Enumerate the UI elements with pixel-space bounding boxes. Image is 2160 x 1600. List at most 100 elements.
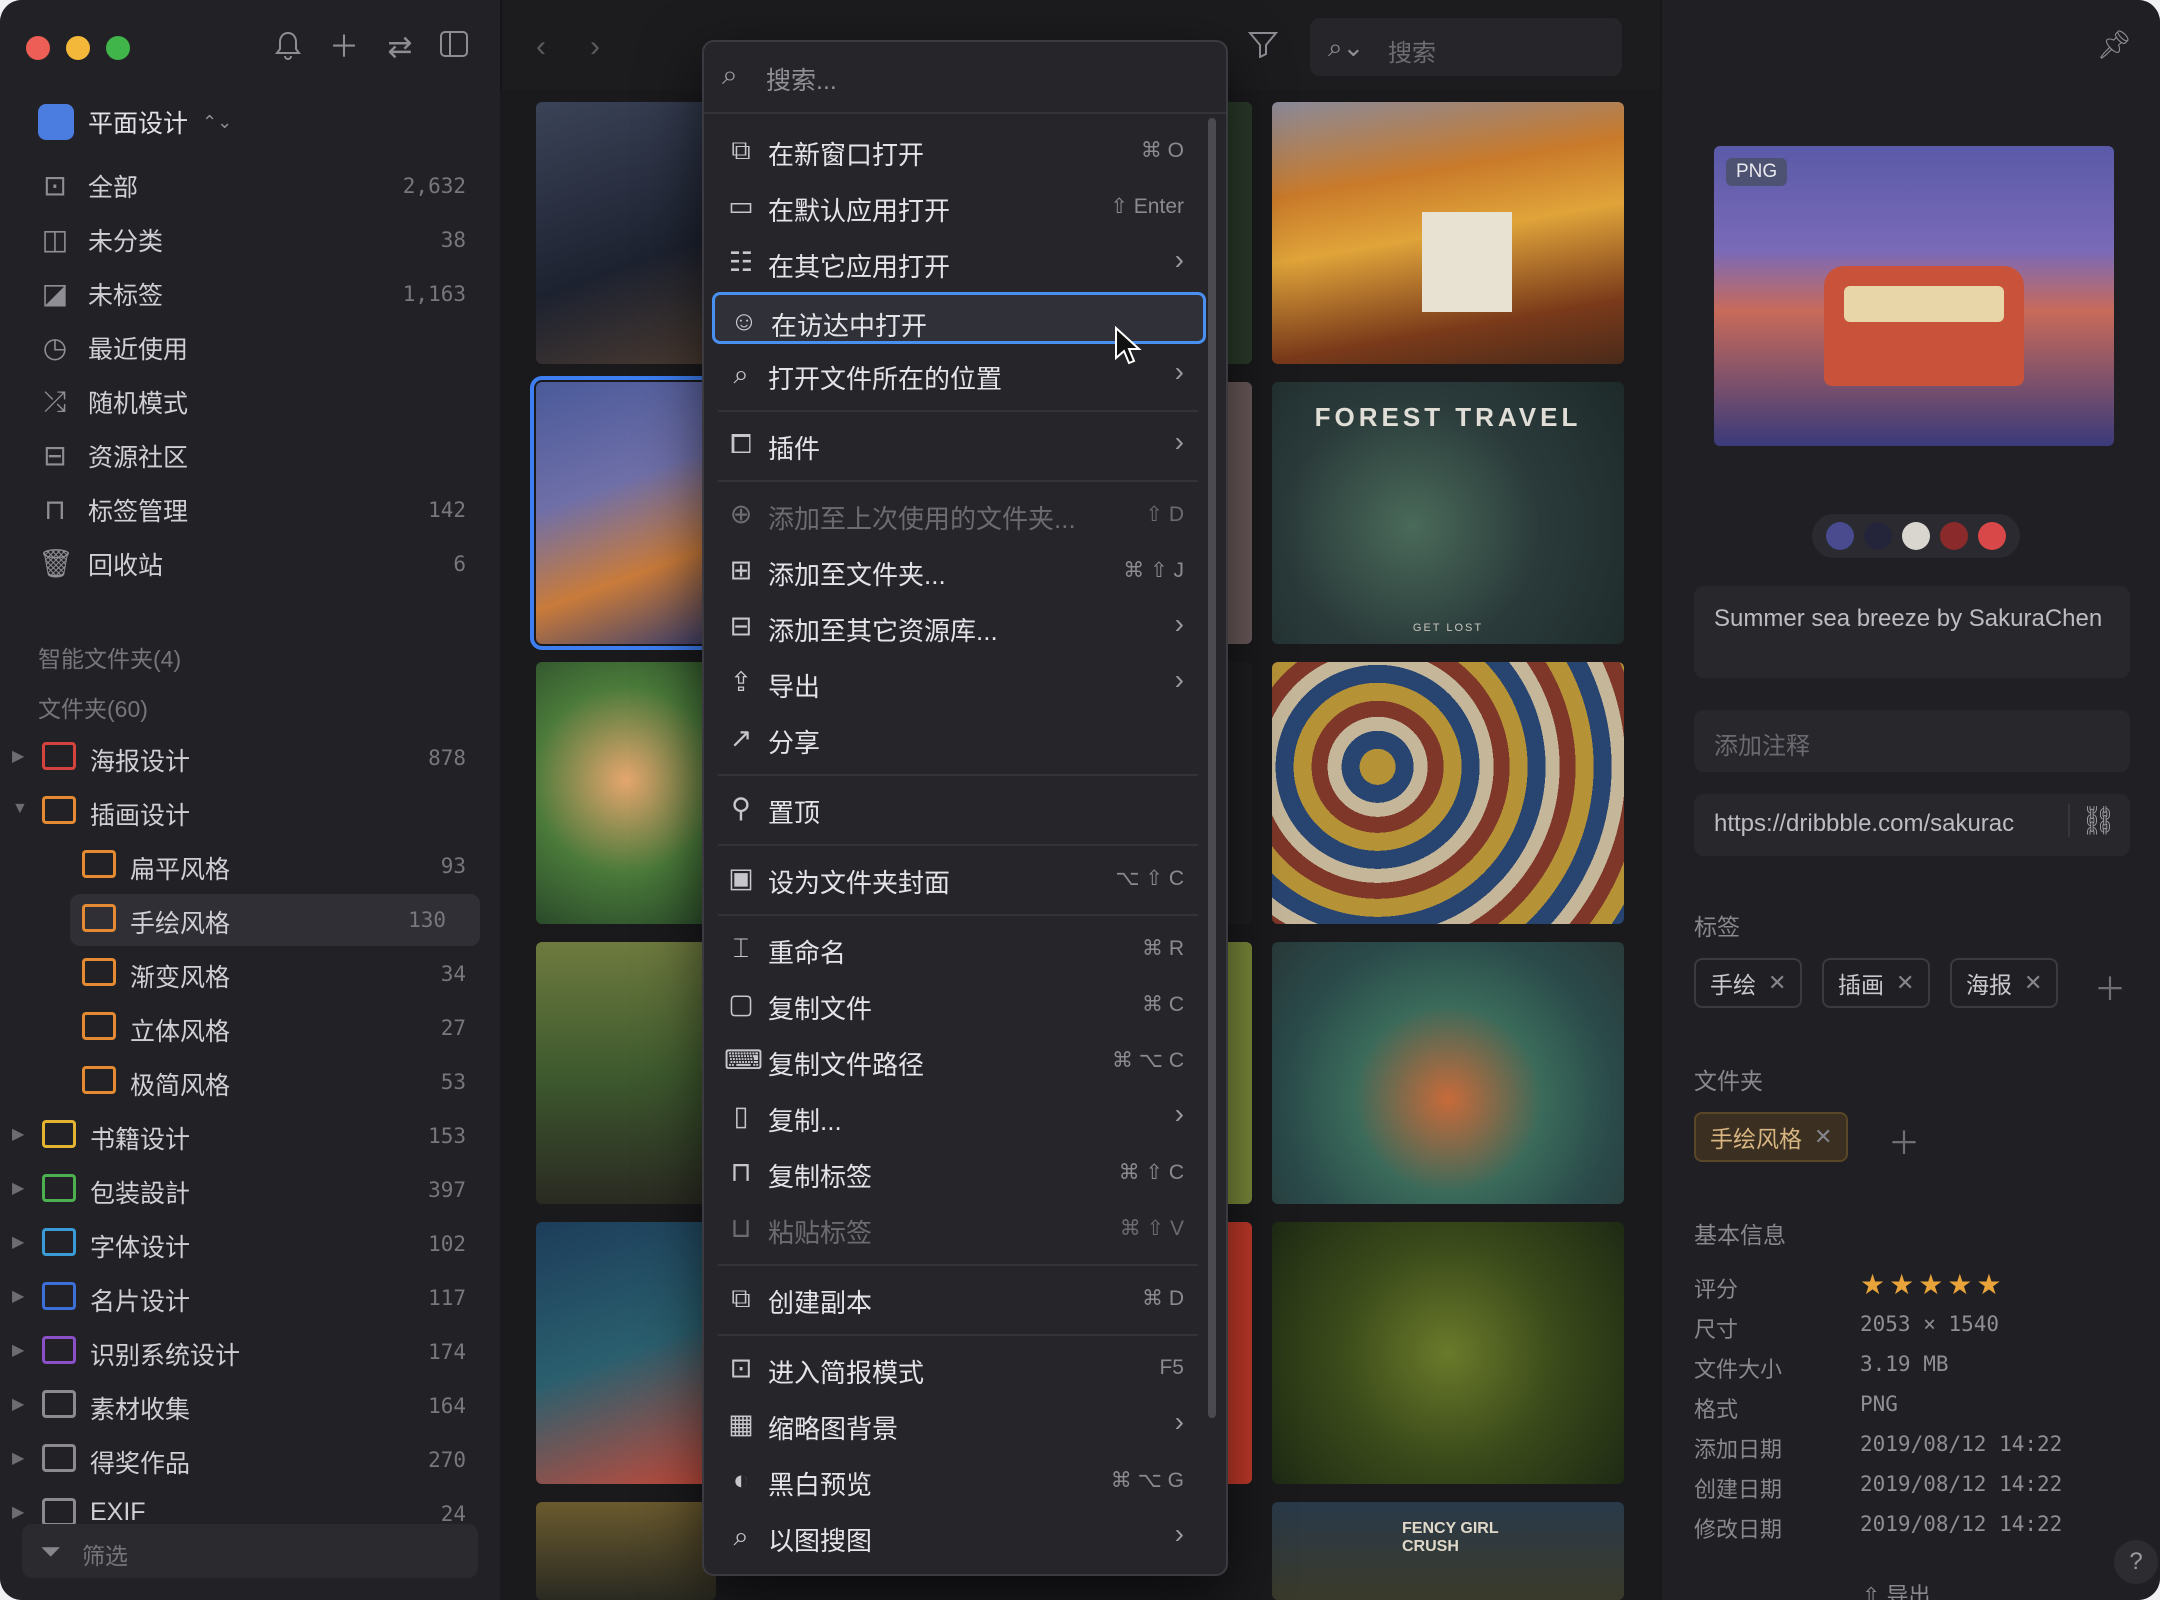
menu-item[interactable]: ▯ 复制... › xyxy=(712,1090,1206,1142)
url-field[interactable]: https://dribbble.com/sakurac ⛓ xyxy=(1694,794,2130,856)
folder-item[interactable]: 扁平风格 93 xyxy=(0,840,500,892)
thumbnail[interactable] xyxy=(536,1502,716,1600)
sidebar-item[interactable]: 🗑︎ 回收站 6 xyxy=(0,538,500,590)
add-icon[interactable]: ＋ xyxy=(326,30,362,66)
menu-item[interactable]: ⧠ 插件 › xyxy=(712,418,1206,470)
library-switcher[interactable]: 平面设计 ⌃⌄ xyxy=(38,100,232,144)
menu-item[interactable]: ⚲ 置顶 xyxy=(712,782,1206,834)
menu-item[interactable]: ◐ 黑白预览 ⌘ ⌥ G xyxy=(712,1454,1206,1506)
menu-search[interactable]: ⌕ 搜索... xyxy=(704,42,1226,114)
folders-header[interactable]: 文件夹(60) xyxy=(38,690,148,724)
tag-chip[interactable]: 手绘 ✕ xyxy=(1694,958,1803,1008)
disclosure-icon[interactable]: ▶ xyxy=(12,1178,24,1198)
disclosure-icon[interactable]: ▼ xyxy=(12,800,28,818)
menu-item[interactable]: ⌕ 以图搜图 › xyxy=(712,1510,1206,1562)
menu-item[interactable]: ⧉ 创建副本 ⌘ D xyxy=(712,1272,1206,1324)
thumbnail[interactable] xyxy=(536,942,716,1204)
smart-folders-header[interactable]: 智能文件夹(4) xyxy=(38,640,181,674)
folder-item[interactable]: ▶ 海报设计 878 xyxy=(0,732,500,784)
thumbnail[interactable] xyxy=(1272,942,1624,1204)
menu-item[interactable]: ⧉ 在新窗口打开 ⌘ O xyxy=(712,124,1206,176)
preview-image[interactable]: PNG xyxy=(1714,146,2114,446)
bell-icon[interactable] xyxy=(270,30,306,66)
pin-icon[interactable]: 📌︎ xyxy=(2096,28,2132,61)
close-window-button[interactable] xyxy=(26,36,50,60)
folder-item[interactable]: ▶ 包装設計 397 xyxy=(0,1164,500,1216)
sidebar-item[interactable]: ◫ 未分类 38 xyxy=(0,214,500,266)
sidebar-item[interactable]: ◷ 最近使用 xyxy=(0,322,500,374)
menu-item[interactable]: ⊟ 添加至其它资源库... › xyxy=(712,600,1206,652)
forward-icon[interactable]: › xyxy=(590,30,600,64)
menu-item[interactable]: ▣ 设为文件夹封面 ⌥ ⇧ C xyxy=(712,852,1206,904)
back-icon[interactable]: ‹ xyxy=(536,30,546,64)
sidebar-toggle-icon[interactable] xyxy=(436,30,472,66)
menu-item[interactable]: ▭ 在默认应用打开 ⇧ Enter xyxy=(712,180,1206,232)
disclosure-icon[interactable]: ▶ xyxy=(12,1448,24,1468)
remove-tag-icon[interactable]: ✕ xyxy=(1896,970,1914,996)
sidebar-item[interactable]: ⊓ 标签管理 142 xyxy=(0,484,500,536)
add-tag-icon[interactable]: ＋ xyxy=(2094,964,2126,1010)
menu-item[interactable]: ☷ 在其它应用打开 › xyxy=(712,236,1206,288)
minimize-window-button[interactable] xyxy=(66,36,90,60)
thumbnail[interactable] xyxy=(1272,662,1624,924)
sidebar-item[interactable]: ⊡ 全部 2,632 xyxy=(0,160,500,212)
swap-icon[interactable]: ⇄ xyxy=(382,30,418,66)
title-field[interactable]: Summer sea breeze by SakuraChen xyxy=(1694,586,2130,678)
tag-chip[interactable]: 海报 ✕ xyxy=(1950,958,2059,1008)
disclosure-icon[interactable]: ▶ xyxy=(12,1502,24,1522)
menu-item[interactable]: ⊡ 进入简报模式 F5 xyxy=(712,1342,1206,1394)
menu-item[interactable]: ▦ 缩略图背景 › xyxy=(712,1398,1206,1450)
export-button[interactable]: ⇧ 导出 xyxy=(1862,1578,1931,1600)
menu-item[interactable]: ⊞ 添加至文件夹... ⌘ ⇧ J xyxy=(712,544,1206,596)
disclosure-icon[interactable]: ▶ xyxy=(12,1394,24,1414)
folder-item-selected[interactable]: 手绘风格 130 xyxy=(70,894,480,946)
menu-item[interactable]: ⌶ 重命名 ⌘ R xyxy=(712,922,1206,974)
folder-item[interactable]: 极简风格 53 xyxy=(0,1056,500,1108)
thumbnail[interactable] xyxy=(536,102,716,364)
color-swatch[interactable] xyxy=(1864,522,1892,550)
help-button[interactable]: ? xyxy=(2114,1540,2158,1584)
zoom-window-button[interactable] xyxy=(106,36,130,60)
disclosure-icon[interactable]: ▶ xyxy=(12,746,24,766)
thumbnail[interactable]: FENCY GIRL CRUSH xyxy=(1272,1502,1624,1600)
disclosure-icon[interactable]: ▶ xyxy=(12,1286,24,1306)
color-swatch[interactable] xyxy=(1826,522,1854,550)
menu-item[interactable]: ⊓ 复制标签 ⌘ ⇧ C xyxy=(712,1146,1206,1198)
folder-item[interactable]: 渐变风格 34 xyxy=(0,948,500,1000)
folder-item[interactable]: ▶ 字体设计 102 xyxy=(0,1218,500,1270)
remove-tag-icon[interactable]: ✕ xyxy=(2024,970,2042,996)
menu-item[interactable]: ▢ 复制文件 ⌘ C xyxy=(712,978,1206,1030)
note-field[interactable]: 添加注释 xyxy=(1694,710,2130,772)
remove-folder-icon[interactable]: ✕ xyxy=(1814,1124,1832,1150)
folder-chip[interactable]: 手绘风格 ✕ xyxy=(1694,1112,1849,1162)
filter-toolbar-icon[interactable] xyxy=(1247,30,1279,66)
thumbnail[interactable]: FOREST TRAVEL GET LOST xyxy=(1272,382,1624,644)
menu-item[interactable]: ⌨ 复制文件路径 ⌘ ⌥ C xyxy=(712,1034,1206,1086)
sidebar-item[interactable]: ⤮ 随机模式 xyxy=(0,376,500,428)
tag-chip[interactable]: 插画 ✕ xyxy=(1822,958,1931,1008)
folder-item[interactable]: 立体风格 27 xyxy=(0,1002,500,1054)
link-icon[interactable]: ⛓ xyxy=(2068,804,2116,837)
toolbar-search[interactable]: ⌕⌄ 搜索 xyxy=(1310,18,1622,76)
color-swatch[interactable] xyxy=(1902,522,1930,550)
add-folder-icon[interactable]: ＋ xyxy=(1888,1118,1920,1164)
thumbnail[interactable] xyxy=(1272,102,1624,364)
thumbnail-selected[interactable] xyxy=(530,376,722,650)
folder-item[interactable]: ▶ 识别系统设计 174 xyxy=(0,1326,500,1378)
menu-item[interactable]: ↗ 分享 xyxy=(712,712,1206,764)
color-swatch[interactable] xyxy=(1940,522,1968,550)
folder-item[interactable]: ▼ 插画设计 xyxy=(0,786,500,838)
folder-item[interactable]: ▶ 得奖作品 270 xyxy=(0,1434,500,1486)
folder-item[interactable]: ▶ 名片设计 117 xyxy=(0,1272,500,1324)
remove-tag-icon[interactable]: ✕ xyxy=(1768,970,1786,996)
disclosure-icon[interactable]: ▶ xyxy=(12,1124,24,1144)
sidebar-item[interactable]: ◪ 未标签 1,163 xyxy=(0,268,500,320)
rating-stars[interactable]: ★★★★★ xyxy=(1860,1268,2006,1301)
menu-item[interactable]: ⇪ 导出 › xyxy=(712,656,1206,708)
disclosure-icon[interactable]: ▶ xyxy=(12,1340,24,1360)
folder-item[interactable]: ▶ 书籍设计 153 xyxy=(0,1110,500,1162)
color-swatch[interactable] xyxy=(1978,522,2006,550)
menu-scrollbar[interactable] xyxy=(1208,118,1216,1418)
thumbnail[interactable] xyxy=(1272,1222,1624,1484)
sidebar-item[interactable]: ⊟ 资源社区 xyxy=(0,430,500,482)
